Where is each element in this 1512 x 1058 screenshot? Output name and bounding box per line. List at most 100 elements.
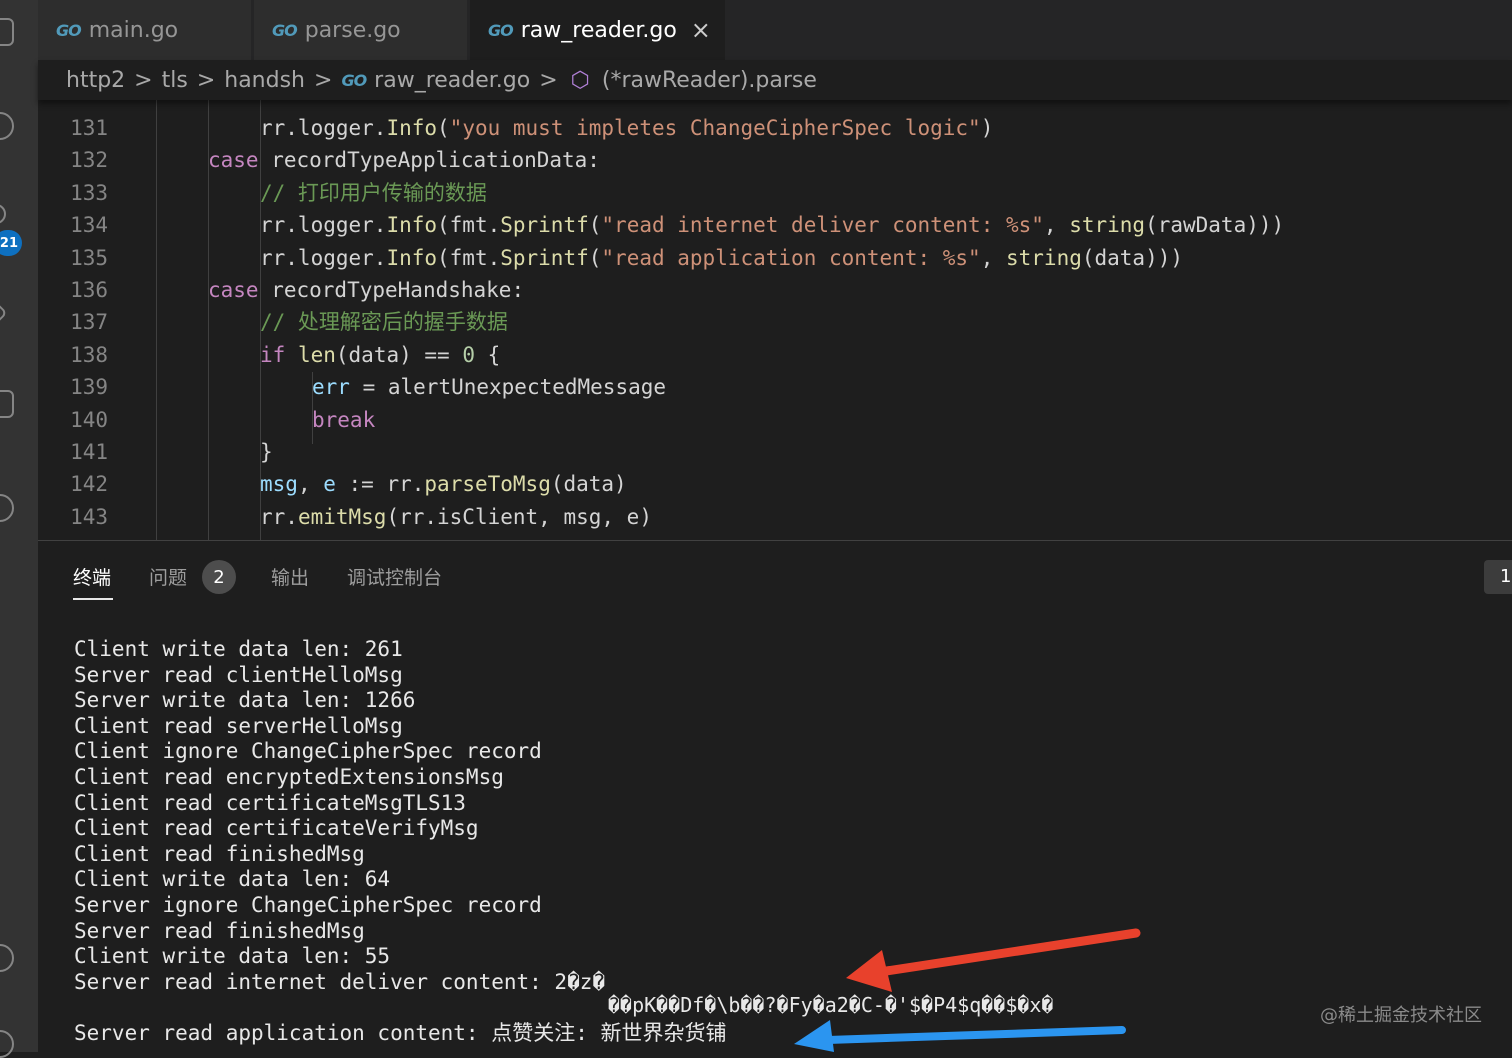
go-file-icon: GO xyxy=(488,20,514,40)
terminal-output[interactable]: Client write data len: 261 Server read c… xyxy=(74,637,727,1047)
editor-tab-bar: GO main.go GO parse.go GO raw_reader.go … xyxy=(38,0,1512,60)
run-debug-icon[interactable] xyxy=(0,300,8,326)
code-token: string xyxy=(1006,245,1082,270)
code-text: break xyxy=(312,404,375,436)
method-cube-icon: ⬡ xyxy=(570,67,590,93)
breadcrumb-item[interactable]: handsh xyxy=(224,68,305,93)
code-text: err = alertUnexpectedMessage xyxy=(312,371,666,403)
tab-terminal[interactable]: 终端 xyxy=(73,563,111,590)
line-number: 143 xyxy=(70,504,108,529)
remote-icon[interactable] xyxy=(0,494,14,522)
code-text: rr.logger.Info("you must impletes Change… xyxy=(260,112,993,144)
line-number: 141 xyxy=(70,440,108,464)
line-number: 135 xyxy=(70,245,108,270)
code-text: // 打印用户传输的数据 xyxy=(260,177,487,209)
code-token: , xyxy=(1043,213,1070,238)
code-token: Sprintf xyxy=(500,213,589,238)
code-token: } xyxy=(260,440,273,464)
terminal-line: Client ignore ChangeCipherSpec record xyxy=(74,739,542,764)
line-number: 134 xyxy=(70,213,108,238)
code-token: "you must impletes ChangeCipherSpec logi… xyxy=(449,116,981,140)
code-token: rr.logger. xyxy=(260,213,387,238)
tab-main-go[interactable]: GO main.go xyxy=(38,0,252,60)
code-token: (data) == xyxy=(335,342,463,367)
code-text: case recordTypeApplicationData: xyxy=(208,144,600,176)
code-text: if len(data) == 0 { xyxy=(260,339,500,371)
code-token: ( xyxy=(588,213,602,238)
code-token: "read application content: %s" xyxy=(601,245,981,270)
explorer-icon[interactable] xyxy=(0,18,14,46)
code-token: case xyxy=(208,278,259,302)
chevron-right-icon: > xyxy=(314,67,333,93)
indent-guide xyxy=(156,100,157,540)
line-number: 136 xyxy=(70,278,108,302)
terminal-line: Client read serverHelloMsg xyxy=(74,713,403,738)
code-token: parseToMsg xyxy=(424,472,551,497)
terminal-selector[interactable]: 1: xyxy=(1484,560,1512,594)
tab-label: parse.go xyxy=(304,17,401,43)
go-file-icon: GO xyxy=(341,70,367,90)
code-token: 0 xyxy=(462,342,475,367)
code-token: Info xyxy=(386,245,438,270)
code-token: len xyxy=(297,342,336,367)
code-token: "read internet deliver content: %s" xyxy=(601,213,1044,238)
terminal-line: Client write data len: 55 xyxy=(74,944,391,969)
code-token: ( xyxy=(437,116,450,140)
terminal-garbled-bytes: ��pK��Df�\b��?�Fy�a2�C-�'$�P4$q��$�x� xyxy=(608,993,1054,1017)
close-icon[interactable]: × xyxy=(691,16,711,44)
breadcrumb-item[interactable]: raw_reader.go xyxy=(374,68,530,93)
terminal-line: Client read certificateMsgTLS13 xyxy=(74,790,466,815)
terminal-line: Client read finishedMsg xyxy=(74,841,365,866)
source-control-icon[interactable] xyxy=(0,204,6,224)
tab-label: raw_reader.go xyxy=(520,17,677,43)
code-text: rr.logger.Info(fmt.Sprintf("read interne… xyxy=(260,209,1284,241)
code-token: rr.logger. xyxy=(260,116,387,140)
tab-parse-go[interactable]: GO parse.go xyxy=(254,0,468,60)
code-token: (fmt. xyxy=(437,213,501,238)
code-token: Info xyxy=(386,213,438,238)
code-token: , xyxy=(297,472,324,497)
code-editor[interactable]: 131 rr.logger.Info("you must impletes Cha… xyxy=(38,100,1512,540)
go-file-icon: GO xyxy=(56,20,82,40)
code-text: } xyxy=(260,436,273,468)
source-control-badge: 21 xyxy=(0,230,22,256)
code-token: := rr. xyxy=(335,472,425,497)
code-token: msg xyxy=(260,472,298,497)
breadcrumb-item[interactable]: (*rawReader).parse xyxy=(602,68,817,93)
code-token: emitMsg xyxy=(297,504,387,529)
code-token: rr. xyxy=(260,504,298,529)
chevron-right-icon: > xyxy=(196,67,216,93)
code-token: e xyxy=(323,472,336,497)
code-token: string xyxy=(1069,213,1146,238)
breadcrumb-item[interactable]: http2 xyxy=(66,68,125,93)
chevron-right-icon: > xyxy=(134,67,153,93)
tab-output[interactable]: 输出 xyxy=(271,563,309,590)
code-token: break xyxy=(312,407,376,432)
account-icon[interactable] xyxy=(0,944,14,972)
code-token: (data))) xyxy=(1081,245,1184,270)
tab-problems[interactable]: 问题 xyxy=(149,563,187,590)
code-token: // 打印用户传输的数据 xyxy=(260,180,487,205)
search-icon[interactable] xyxy=(0,112,14,140)
breadcrumb-item[interactable]: tls xyxy=(162,68,188,93)
code-token: ( xyxy=(588,245,602,270)
code-token: err xyxy=(312,375,350,400)
code-token: = alertUnexpectedMessage xyxy=(349,375,667,400)
extensions-icon[interactable] xyxy=(0,390,14,418)
tab-raw-reader-go[interactable]: GO raw_reader.go × xyxy=(470,0,726,60)
line-number: 139 xyxy=(70,375,108,400)
code-text: msg, e := rr.parseToMsg(data) xyxy=(260,468,627,500)
breadcrumb: http2 > tls > handsh > GO raw_reader.go … xyxy=(38,60,1512,100)
watermark: @稀土掘金技术社区 xyxy=(1320,1005,1482,1026)
code-text: // 处理解密后的握手数据 xyxy=(260,306,508,338)
activity-bar: 21 xyxy=(0,0,38,1058)
active-tab-indicator xyxy=(73,598,113,600)
code-token: ) xyxy=(980,116,994,140)
code-token: Info xyxy=(386,116,438,140)
tab-debug-console[interactable]: 调试控制台 xyxy=(347,563,442,590)
terminal-line: Server read clientHelloMsg xyxy=(74,662,403,687)
settings-gear-icon[interactable] xyxy=(0,1030,14,1058)
terminal-line: Server ignore ChangeCipherSpec record xyxy=(74,892,542,917)
code-text: rr.emitMsg(rr.isClient, msg, e) xyxy=(260,501,652,533)
